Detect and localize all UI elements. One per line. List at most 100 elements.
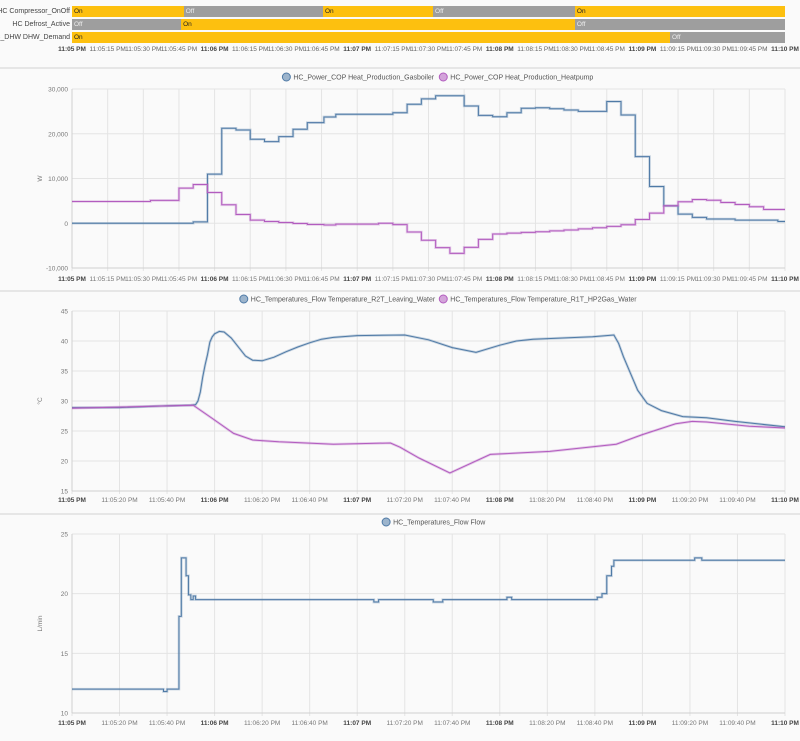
x-tick-label: 11:05:30 PM [125, 46, 162, 53]
timeline-segment-off[interactable]: Off [574, 19, 785, 30]
x-tick-label: 11:07 PM [343, 276, 371, 283]
x-tick-label: 11:07:40 PM [434, 497, 470, 504]
legend-swatch-icon [381, 517, 391, 527]
x-tick-label: 11:07:45 PM [446, 276, 482, 283]
legend-label: HC_Power_COP Heat_Production_Gasboiler [293, 75, 434, 82]
legend-swatch-icon [281, 72, 291, 82]
x-tick-label: 11:05:20 PM [101, 720, 137, 727]
series-line-halo [72, 330, 786, 429]
legend-item[interactable]: HC_Temperatures_Flow Temperature_R2T_Lea… [239, 294, 436, 304]
y-tick-label: 15 [61, 489, 69, 496]
x-tick-label: 11:07:45 PM [445, 46, 483, 53]
x-tick-label: 11:07:40 PM [434, 720, 470, 727]
x-tick-label: 11:07:20 PM [387, 497, 423, 504]
y-tick-label: 35 [61, 369, 69, 376]
x-tick-label: 11:09 PM [628, 497, 656, 504]
x-tick-label: 11:10 PM [771, 720, 799, 727]
x-tick-label: 11:08:30 PM [552, 46, 590, 53]
y-tick-label: -10,000 [46, 266, 68, 273]
timeline-segment-on[interactable]: On [72, 32, 670, 43]
x-tick-label: 11:07:15 PM [374, 46, 412, 53]
legend-item[interactable]: HC_Temperatures_Flow Temperature_R1T_HP2… [438, 294, 637, 304]
y-axis-title: W [37, 175, 44, 182]
x-tick-label: 11:05:45 PM [160, 46, 198, 53]
x-tick-label: 11:05 PM [58, 720, 86, 727]
x-tick-label: 11:10 PM [771, 276, 799, 283]
timeline-row: HC_DHW DHW_DemandOnOff [0, 32, 800, 43]
timeline-row-label: HC_DHW DHW_Demand [0, 34, 70, 41]
x-tick-label: 11:05:30 PM [125, 276, 161, 283]
x-tick-label: 11:06 PM [200, 46, 229, 53]
x-tick-label: 11:09:15 PM [659, 46, 697, 53]
x-tick-label: 11:05:45 PM [161, 276, 197, 283]
y-tick-label: 20 [61, 459, 69, 466]
legend-item[interactable]: HC_Power_COP Heat_Production_Heatpump [438, 72, 593, 82]
timeline-segment-off[interactable]: Off [72, 19, 182, 30]
timeline-segment-on[interactable]: On [574, 6, 785, 17]
legend-item[interactable]: HC_Power_COP Heat_Production_Gasboiler [281, 72, 435, 82]
x-tick-label: 11:06:20 PM [244, 720, 280, 727]
x-tick-label: 11:08:20 PM [529, 720, 565, 727]
y-tick-label: 30 [61, 399, 69, 406]
x-tick-label: 11:05 PM [58, 276, 86, 283]
x-tick-label: 11:05:20 PM [101, 497, 137, 504]
x-tick-label: 11:09 PM [628, 276, 656, 283]
x-tick-label: 11:06:40 PM [291, 720, 327, 727]
x-tick-label: 11:08 PM [486, 276, 514, 283]
timeline-segment-off[interactable]: Off [669, 32, 785, 43]
legend-swatch-icon [239, 294, 249, 304]
timeline-segment-on[interactable]: On [181, 19, 575, 30]
chart-svg: 45 40 35 30 25 20 1511:05 PM 11:05:20 PM 11:05:4… [36, 294, 799, 504]
x-tick-label: 11:07 PM [343, 720, 371, 727]
x-tick-label: 11:09:30 PM [695, 46, 732, 53]
x-tick-label: 11:09:15 PM [660, 276, 696, 283]
legend-item[interactable]: HC_Temperatures_Flow Flow [381, 517, 486, 527]
x-tick-label: 11:10 PM [771, 46, 799, 53]
y-tick-label: 15 [61, 651, 69, 658]
y-tick-label: 0 [64, 221, 68, 228]
timeline-segment-on[interactable]: On [72, 6, 184, 17]
x-tick-label: 11:08:15 PM [517, 276, 553, 283]
x-tick-label: 11:10 PM [771, 497, 799, 504]
x-tick-label: 11:06:40 PM [291, 497, 327, 504]
x-tick-label: 11:05:15 PM [89, 46, 126, 53]
x-tick-label: 11:09:40 PM [719, 720, 755, 727]
legend-label: HC_Power_COP Heat_Production_Heatpump [450, 75, 593, 82]
y-tick-label: 10,000 [48, 176, 68, 183]
x-tick-label: 11:08 PM [486, 720, 514, 727]
timeline-row: HC Defrost_Active Off On Off [0, 19, 800, 30]
x-tick-label: 11:06:45 PM [303, 276, 339, 283]
timeline-x-axis: 11:05 PM 11:05:15 PM 11:05:30 PM 11:05:45 P… [0, 46, 800, 60]
x-tick-label: 11:06:20 PM [244, 497, 280, 504]
y-tick-label: 10 [61, 711, 69, 718]
x-tick-label: 11:06:15 PM [232, 46, 269, 53]
legend-swatch-icon [438, 72, 448, 82]
y-tick-label: 20 [61, 591, 69, 598]
legend-label: HC_Temperatures_Flow Temperature_R1T_HP2… [450, 297, 637, 304]
x-tick-label: 11:09:30 PM [696, 276, 732, 283]
temperature-chart: 45 40 35 30 25 20 15 11:05 PM 11:05:20 PM 11:05:4… [0, 292, 800, 513]
series-line [72, 330, 786, 428]
chart-svg: 30,00020,00010,0000-10,00011:05 PM 11:05:… [37, 72, 799, 283]
series-line [72, 557, 785, 693]
y-axis-title: °C [36, 397, 44, 405]
x-tick-label: 11:07:30 PM [410, 276, 446, 283]
timeline-segment-off[interactable]: Off [433, 6, 575, 17]
y-tick-label: 20,000 [48, 131, 68, 138]
timeline-segment-on[interactable]: On [322, 6, 433, 17]
power-chart: 30,000 20,000 10,000 0 -10,000 11:05 PM 11:05:… [0, 70, 800, 290]
x-tick-label: 11:09:45 PM [731, 46, 768, 53]
x-tick-label: 11:06 PM [201, 720, 229, 727]
x-tick-label: 11:06:45 PM [303, 46, 340, 53]
x-tick-label: 11:08:40 PM [577, 720, 613, 727]
x-tick-label: 11:09:45 PM [731, 276, 767, 283]
timeline-row-label: HC Defrost_Active [12, 21, 70, 28]
x-tick-label: 11:08:20 PM [529, 497, 565, 504]
x-tick-label: 11:05:15 PM [89, 276, 125, 283]
x-tick-label: 11:07:15 PM [375, 276, 411, 283]
y-tick-label: 25 [61, 429, 69, 436]
timeline-segment-off[interactable]: Off [183, 6, 323, 17]
y-tick-label: 25 [61, 532, 69, 539]
legend-swatch-icon [438, 294, 448, 304]
y-tick-label: 30,000 [48, 87, 68, 94]
